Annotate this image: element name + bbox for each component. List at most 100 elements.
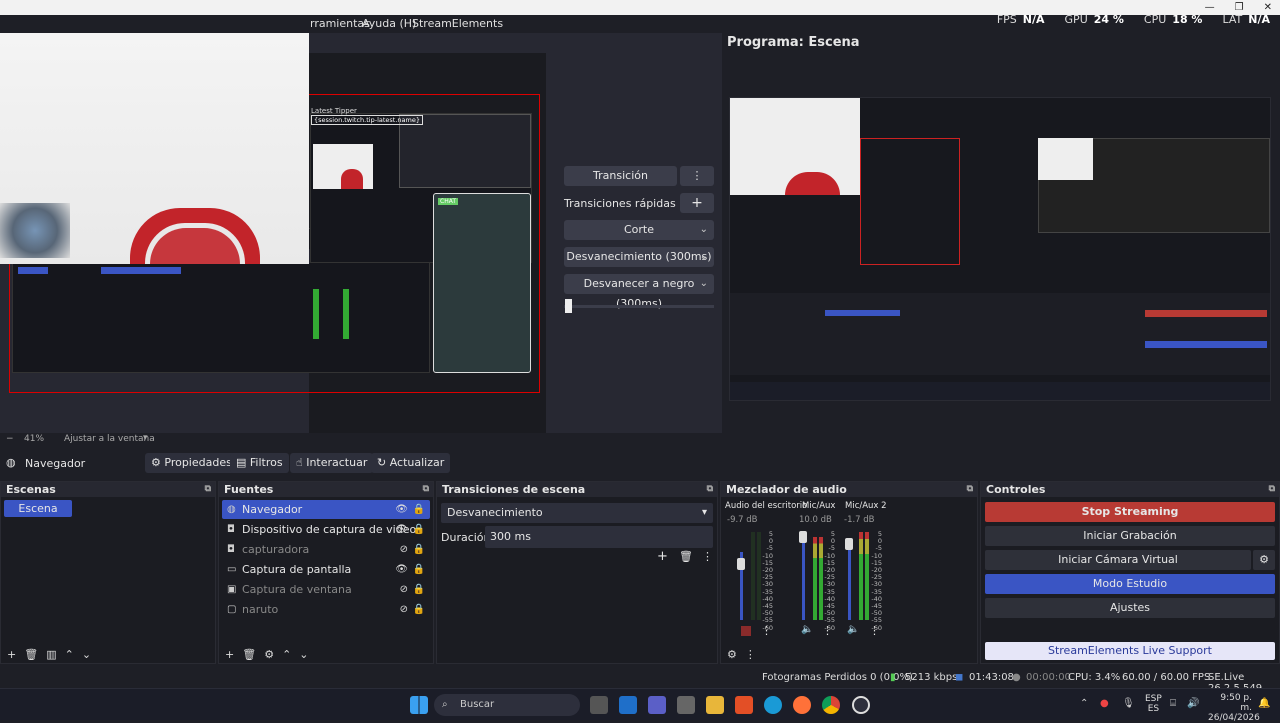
tbar-track[interactable] — [564, 305, 714, 308]
add-icon[interactable]: + — [225, 648, 234, 661]
lock-icon[interactable]: 🔒 — [413, 600, 425, 619]
taskbar-search[interactable]: ⌕ Buscar — [434, 694, 580, 716]
zoom-out-button[interactable]: − — [6, 434, 14, 444]
gear-icon[interactable]: ⚙ — [1253, 550, 1275, 570]
source-item[interactable]: ◍ Navegador 👁 🔒 — [222, 500, 430, 519]
volume-knob[interactable] — [845, 538, 853, 550]
language-indicator[interactable]: ESP ES — [1145, 694, 1162, 714]
studio-mode-button[interactable]: Modo Estudio — [985, 574, 1275, 594]
lock-icon[interactable]: 🔒 — [413, 540, 425, 559]
lock-icon[interactable]: 🔒 — [413, 560, 425, 579]
volume-fader[interactable] — [802, 532, 805, 620]
tbar-handle[interactable] — [565, 299, 572, 313]
lock-icon[interactable]: 🔒 — [413, 580, 425, 599]
eye-hidden-icon[interactable]: ⊘ — [400, 600, 408, 619]
add-icon[interactable]: + — [657, 549, 668, 564]
undock-icon[interactable]: ⧉ — [1269, 482, 1275, 497]
source-item[interactable]: ▢ naruto ⊘ 🔒 — [222, 600, 430, 619]
teams-icon[interactable] — [648, 696, 666, 714]
filters-button[interactable]: ▤ Filtros — [230, 453, 289, 473]
store-icon[interactable] — [677, 696, 695, 714]
duration-input[interactable]: 300 ms — [485, 526, 713, 548]
volume-icon[interactable]: 🔊 — [1187, 698, 1199, 709]
transition-button[interactable]: Transición — [564, 166, 677, 186]
more-options-icon[interactable]: ⋮ — [822, 624, 833, 637]
more-options-icon[interactable]: ⋮ — [745, 648, 756, 661]
more-options-icon[interactable]: ⋮ — [869, 624, 880, 637]
firefox-icon[interactable] — [793, 696, 811, 714]
source-item[interactable]: ▣ Captura de ventana ⊘ 🔒 — [222, 580, 430, 599]
eye-icon[interactable]: 👁 — [395, 520, 408, 539]
file-explorer-icon[interactable] — [706, 696, 724, 714]
filter-icon[interactable]: ▥ — [46, 648, 56, 661]
undock-icon[interactable]: ⧉ — [423, 482, 429, 497]
undock-icon[interactable]: ⧉ — [967, 482, 973, 497]
outlook-icon[interactable] — [619, 696, 637, 714]
speaker-icon[interactable]: 🔈 — [801, 624, 813, 635]
settings-button[interactable]: Ajustes — [985, 598, 1275, 618]
add-quick-transition-button[interactable]: + — [680, 193, 714, 213]
eye-hidden-icon[interactable]: ⊘ — [400, 540, 408, 559]
clock[interactable]: 9:50 p. m. 26/04/2026 — [1208, 693, 1260, 723]
tray-chevron-icon[interactable]: ⌃ — [1080, 698, 1088, 709]
arrow-up-icon[interactable]: ⌃ — [65, 648, 74, 661]
quick-transition-fade-black[interactable]: Desvanecer a negro (300ms) ⌄ — [564, 274, 714, 310]
add-icon[interactable]: + — [7, 648, 16, 661]
lock-icon[interactable]: 🔒 — [413, 500, 425, 519]
more-options-icon[interactable]: ⋮ — [761, 624, 772, 637]
start-virtual-camera-button[interactable]: Iniciar Cámara Virtual — [985, 550, 1251, 570]
start-recording-button[interactable]: Iniciar Grabación — [985, 526, 1275, 546]
volume-fader[interactable] — [848, 542, 851, 620]
network-icon[interactable]: ⌸ — [1170, 698, 1176, 709]
eye-icon[interactable]: 👁 — [395, 560, 408, 579]
obs-icon[interactable] — [852, 696, 870, 714]
undock-icon[interactable]: ⧉ — [707, 482, 713, 497]
lock-icon[interactable]: 🔒 — [413, 520, 425, 539]
volume-knob[interactable] — [737, 558, 745, 570]
trash-icon[interactable]: 🗑 — [24, 648, 38, 661]
live-support-button[interactable]: StreamElements Live Support — [985, 642, 1275, 660]
transition-menu-icon[interactable]: ⋮ — [680, 166, 714, 186]
refresh-button[interactable]: ↻ Actualizar — [371, 453, 451, 473]
trash-icon[interactable]: 🗑 — [679, 550, 693, 563]
fps-readout: 60.00 / 60.00 FPS — [1122, 672, 1211, 683]
tray-app-icon[interactable]: ● — [1100, 698, 1109, 709]
undock-icon[interactable]: ⧉ — [205, 482, 211, 497]
menu-streamelements[interactable]: StreamElements — [412, 17, 503, 30]
controls-dock: Controles ⧉ Stop Streaming Iniciar Grabac… — [980, 481, 1280, 664]
volume-knob[interactable] — [799, 531, 807, 543]
speaker-icon[interactable]: 🔈 — [847, 624, 859, 635]
source-item[interactable]: ▭ Captura de pantalla 👁 🔒 — [222, 560, 430, 579]
source-item[interactable]: ◘ capturadora ⊘ 🔒 — [222, 540, 430, 559]
quick-transition-cut[interactable]: Corte ⌄ — [564, 220, 714, 240]
gear-icon[interactable]: ⚙ — [264, 648, 274, 661]
fit-to-window[interactable]: Ajustar a la ventana — [64, 434, 155, 444]
stop-streaming-button[interactable]: Stop Streaming — [985, 502, 1275, 522]
notification-icon[interactable]: 🔔 — [1258, 698, 1270, 709]
cpu-label: CPU — [1143, 13, 1167, 26]
chrome-icon[interactable] — [822, 696, 840, 714]
windows-start-icon[interactable] — [410, 696, 428, 714]
caret-down-icon[interactable]: ▾ — [143, 433, 148, 443]
trash-icon[interactable]: 🗑 — [242, 648, 256, 661]
more-options-icon[interactable]: ⋮ — [702, 550, 713, 563]
scene-item[interactable]: Escena — [4, 500, 72, 517]
brave-icon[interactable] — [735, 696, 753, 714]
microphone-icon[interactable]: 🎙 — [1122, 698, 1135, 709]
eye-icon[interactable]: 👁 — [395, 500, 408, 519]
properties-button[interactable]: ⚙ Propiedades — [145, 453, 238, 473]
transition-select[interactable]: Desvanecimiento ▾ — [441, 503, 713, 523]
eye-hidden-icon[interactable]: ⊘ — [400, 580, 408, 599]
interact-button[interactable]: ☝ Interactuar — [290, 453, 374, 473]
source-item[interactable]: ◘ Dispositivo de captura de video 👁 🔒 — [222, 520, 430, 539]
arrow-up-icon[interactable]: ⌃ — [282, 648, 291, 661]
advanced-audio-icon[interactable]: ⚙ — [727, 648, 737, 661]
menu-tools[interactable]: rramientas — [310, 17, 370, 30]
arrow-down-icon[interactable]: ⌄ — [82, 648, 91, 661]
arrow-down-icon[interactable]: ⌄ — [299, 648, 308, 661]
menu-help[interactable]: Ayuda (H) — [362, 17, 416, 30]
edge-icon[interactable] — [764, 696, 782, 714]
task-view-icon[interactable] — [590, 696, 608, 714]
mute-icon[interactable] — [741, 626, 751, 636]
quick-transition-fade[interactable]: Desvanecimiento (300ms) ⌄ — [564, 247, 714, 267]
